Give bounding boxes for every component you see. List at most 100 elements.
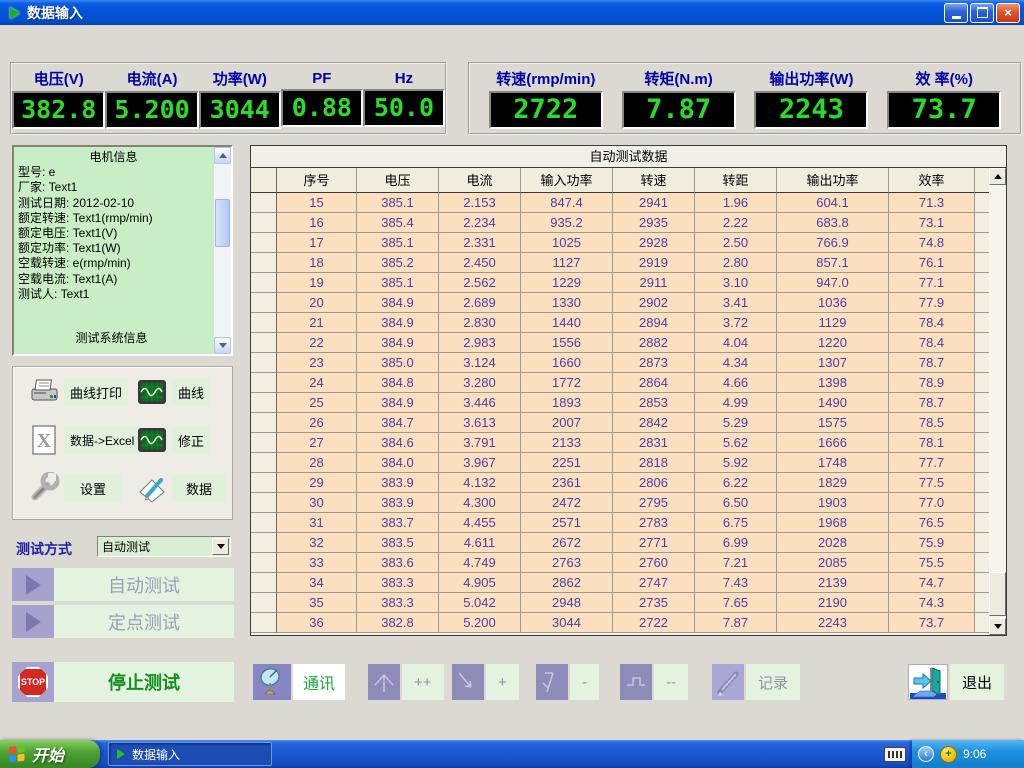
motor-info-line: 测试人: Text1	[18, 287, 209, 302]
table-row[interactable]: 20 384.9 2.689 1330 2902 3.41 1036 77.9	[251, 293, 1006, 313]
column-header: 输出功率	[777, 168, 889, 193]
table-row[interactable]: 33 383.6 4.749 2763 2760 7.21 2085 75.5	[251, 553, 1006, 573]
minimize-button[interactable]	[944, 3, 968, 23]
table-row[interactable]: 26 384.7 3.613 2007 2842 5.29 1575 78.5	[251, 413, 1006, 433]
exit-door-icon	[908, 664, 948, 700]
auto-test-label: 自动测试	[54, 568, 234, 601]
table-scroll-thumb[interactable]	[989, 572, 1006, 616]
test-mode-label: 测试方式	[16, 539, 72, 559]
restore-button[interactable]	[970, 3, 994, 23]
stop-test-button[interactable]: STOP 停止测试	[12, 662, 234, 702]
taskbar-clock: 9:06	[963, 747, 986, 761]
tools-panel: 曲线打印 曲线 X 数据->Excel	[12, 366, 233, 520]
task-play-icon	[117, 749, 125, 759]
table-row[interactable]: 30 383.9 4.300 2472 2795 6.50 1903 77.0	[251, 493, 1006, 513]
increase-button[interactable]: +	[452, 664, 519, 700]
table-row[interactable]: 16 385.4 2.234 935.2 2935 2.22 683.8 73.…	[251, 213, 1006, 233]
table-row[interactable]: 15 385.1 2.153 847.4 2941 1.96 604.1 71.…	[251, 193, 1006, 213]
taskbar-task-button[interactable]: 数据输入	[108, 742, 272, 766]
meter-label: 转矩(N.m)	[644, 68, 712, 89]
motor-info-line: 空载转速: e(rmp/min)	[18, 256, 209, 271]
curve-label: 曲线	[172, 378, 210, 406]
table-row[interactable]: 31 383.7 4.455 2571 2783 6.75 1968 76.5	[251, 513, 1006, 533]
table-row[interactable]: 29 383.9 4.132 2361 2806 6.22 1829 77.5	[251, 473, 1006, 493]
table-row[interactable]: 21 384.9 2.830 1440 2894 3.72 1129 78.4	[251, 313, 1006, 333]
scroll-up-icon[interactable]	[214, 147, 231, 164]
data-to-excel-label: 数据->Excel	[64, 426, 140, 454]
close-button[interactable]: ×	[996, 3, 1020, 23]
table-scroll-down-icon[interactable]	[989, 618, 1006, 635]
meter-lcd-value: 382.8	[12, 91, 105, 129]
table-row[interactable]: 19 385.1 2.562 1229 2911 3.10 947.0 77.1	[251, 273, 1006, 293]
meter: 功率(W) 3044	[199, 68, 281, 129]
table-row[interactable]: 34 383.3 4.905 2862 2747 7.43 2139 74.7	[251, 573, 1006, 593]
data-button[interactable]: 数据	[135, 471, 226, 505]
fixed-point-test-button[interactable]: 定点测试	[12, 605, 234, 638]
motor-info-line: 空载电流: Text1(A)	[18, 272, 209, 287]
settings-button[interactable]: 设置	[27, 471, 122, 505]
motor-info-panel: 电机信息 型号: e厂家: Text1测试日期: 2012-02-10额定转速:…	[12, 145, 233, 356]
oscilloscope-icon	[135, 375, 169, 409]
meter-label: 转速(rmp/min)	[496, 68, 595, 89]
table-row[interactable]: 32 383.5 4.611 2672 2771 6.99 2028 75.9	[251, 533, 1006, 553]
tray-collapse-icon[interactable]: ‹	[918, 746, 934, 762]
table-row[interactable]: 22 384.9 2.983 1556 2882 4.04 1220 78.4	[251, 333, 1006, 353]
increase-fast-button[interactable]: ++	[368, 664, 444, 700]
decrease-fast-label: --	[654, 664, 688, 700]
curve-button[interactable]: 曲线	[135, 375, 210, 409]
table-row[interactable]: 23 385.0 3.124 1660 2873 4.34 1307 78.7	[251, 353, 1006, 373]
scroll-thumb[interactable]	[215, 199, 230, 247]
table-row[interactable]: 28 384.0 3.967 2251 2818 5.92 1748 77.7	[251, 453, 1006, 473]
scroll-down-icon[interactable]	[214, 337, 231, 354]
table-row[interactable]: 27 384.6 3.791 2133 2831 5.62 1666 78.1	[251, 433, 1006, 453]
combo-dropdown-icon[interactable]	[212, 538, 229, 555]
table-row[interactable]: 18 385.2 2.450 1127 2919 2.80 857.1 76.1	[251, 253, 1006, 273]
window-titlebar: 数据输入 ×	[0, 0, 1024, 25]
exit-button[interactable]: 退出	[908, 664, 1004, 700]
increase-fast-label: ++	[402, 664, 444, 700]
table-scroll-up-icon[interactable]	[989, 168, 1006, 185]
column-header: 效率	[889, 168, 975, 193]
meter: Hz 50.0	[363, 70, 445, 127]
table-row[interactable]: 36 382.8 5.200 3044 2722 7.87 2243 73.7	[251, 613, 1006, 633]
increase-label: +	[486, 664, 519, 700]
decrease-button[interactable]: -	[536, 664, 599, 700]
column-header: 电压	[357, 168, 439, 193]
meter-lcd-value: 2243	[754, 91, 868, 129]
motor-info-line: 测试日期: 2012-02-10	[18, 196, 209, 211]
keyboard-tray-icon[interactable]	[884, 747, 906, 762]
curve-print-button[interactable]: 曲线打印	[27, 375, 128, 409]
meter-label: 功率(W)	[213, 68, 267, 89]
record-pencil-icon	[712, 664, 744, 700]
meter-lcd-value: 73.7	[887, 91, 1001, 129]
table-row[interactable]: 17 385.1 2.331 1025 2928 2.50 766.9 74.8	[251, 233, 1006, 253]
test-mode-select[interactable]: 自动测试	[97, 536, 231, 557]
window-title: 数据输入	[27, 3, 944, 23]
play-icon	[12, 605, 54, 638]
play-icon	[12, 568, 54, 601]
meter: 输出功率(W) 2243	[754, 68, 868, 129]
tray-update-icon[interactable]: +	[940, 746, 957, 763]
decrease-fast-button[interactable]: --	[620, 664, 688, 700]
comm-button[interactable]: 通讯	[253, 664, 345, 700]
record-button[interactable]: 记录	[712, 664, 800, 700]
table-row[interactable]: 25 384.9 3.446 1893 2853 4.99 1490 78.7	[251, 393, 1006, 413]
meter-label: 电流(A)	[127, 68, 178, 89]
test-mode-value: 自动测试	[98, 538, 212, 555]
meter-label: 电压(V)	[34, 68, 84, 89]
column-header: 输入功率	[521, 168, 613, 193]
table-scrollbar[interactable]	[989, 168, 1006, 635]
table-row[interactable]: 35 383.3 5.042 2948 2735 7.65 2190 74.3	[251, 593, 1006, 613]
table-row[interactable]: 24 384.8 3.280 1772 2864 4.66 1398 78.9	[251, 373, 1006, 393]
meter-label: 效 率(%)	[915, 68, 973, 89]
meter: PF 0.88	[281, 70, 363, 127]
step-icon	[620, 664, 652, 700]
decrease-label: -	[570, 664, 599, 700]
data-to-excel-button[interactable]: X 数据->Excel	[27, 423, 140, 457]
auto-test-button[interactable]: 自动测试	[12, 568, 234, 601]
start-button[interactable]: 开始	[0, 740, 100, 768]
start-label: 开始	[32, 742, 64, 766]
revise-button[interactable]: 修正	[135, 423, 210, 457]
data-label: 数据	[172, 474, 226, 502]
info-scrollbar[interactable]	[214, 147, 231, 354]
